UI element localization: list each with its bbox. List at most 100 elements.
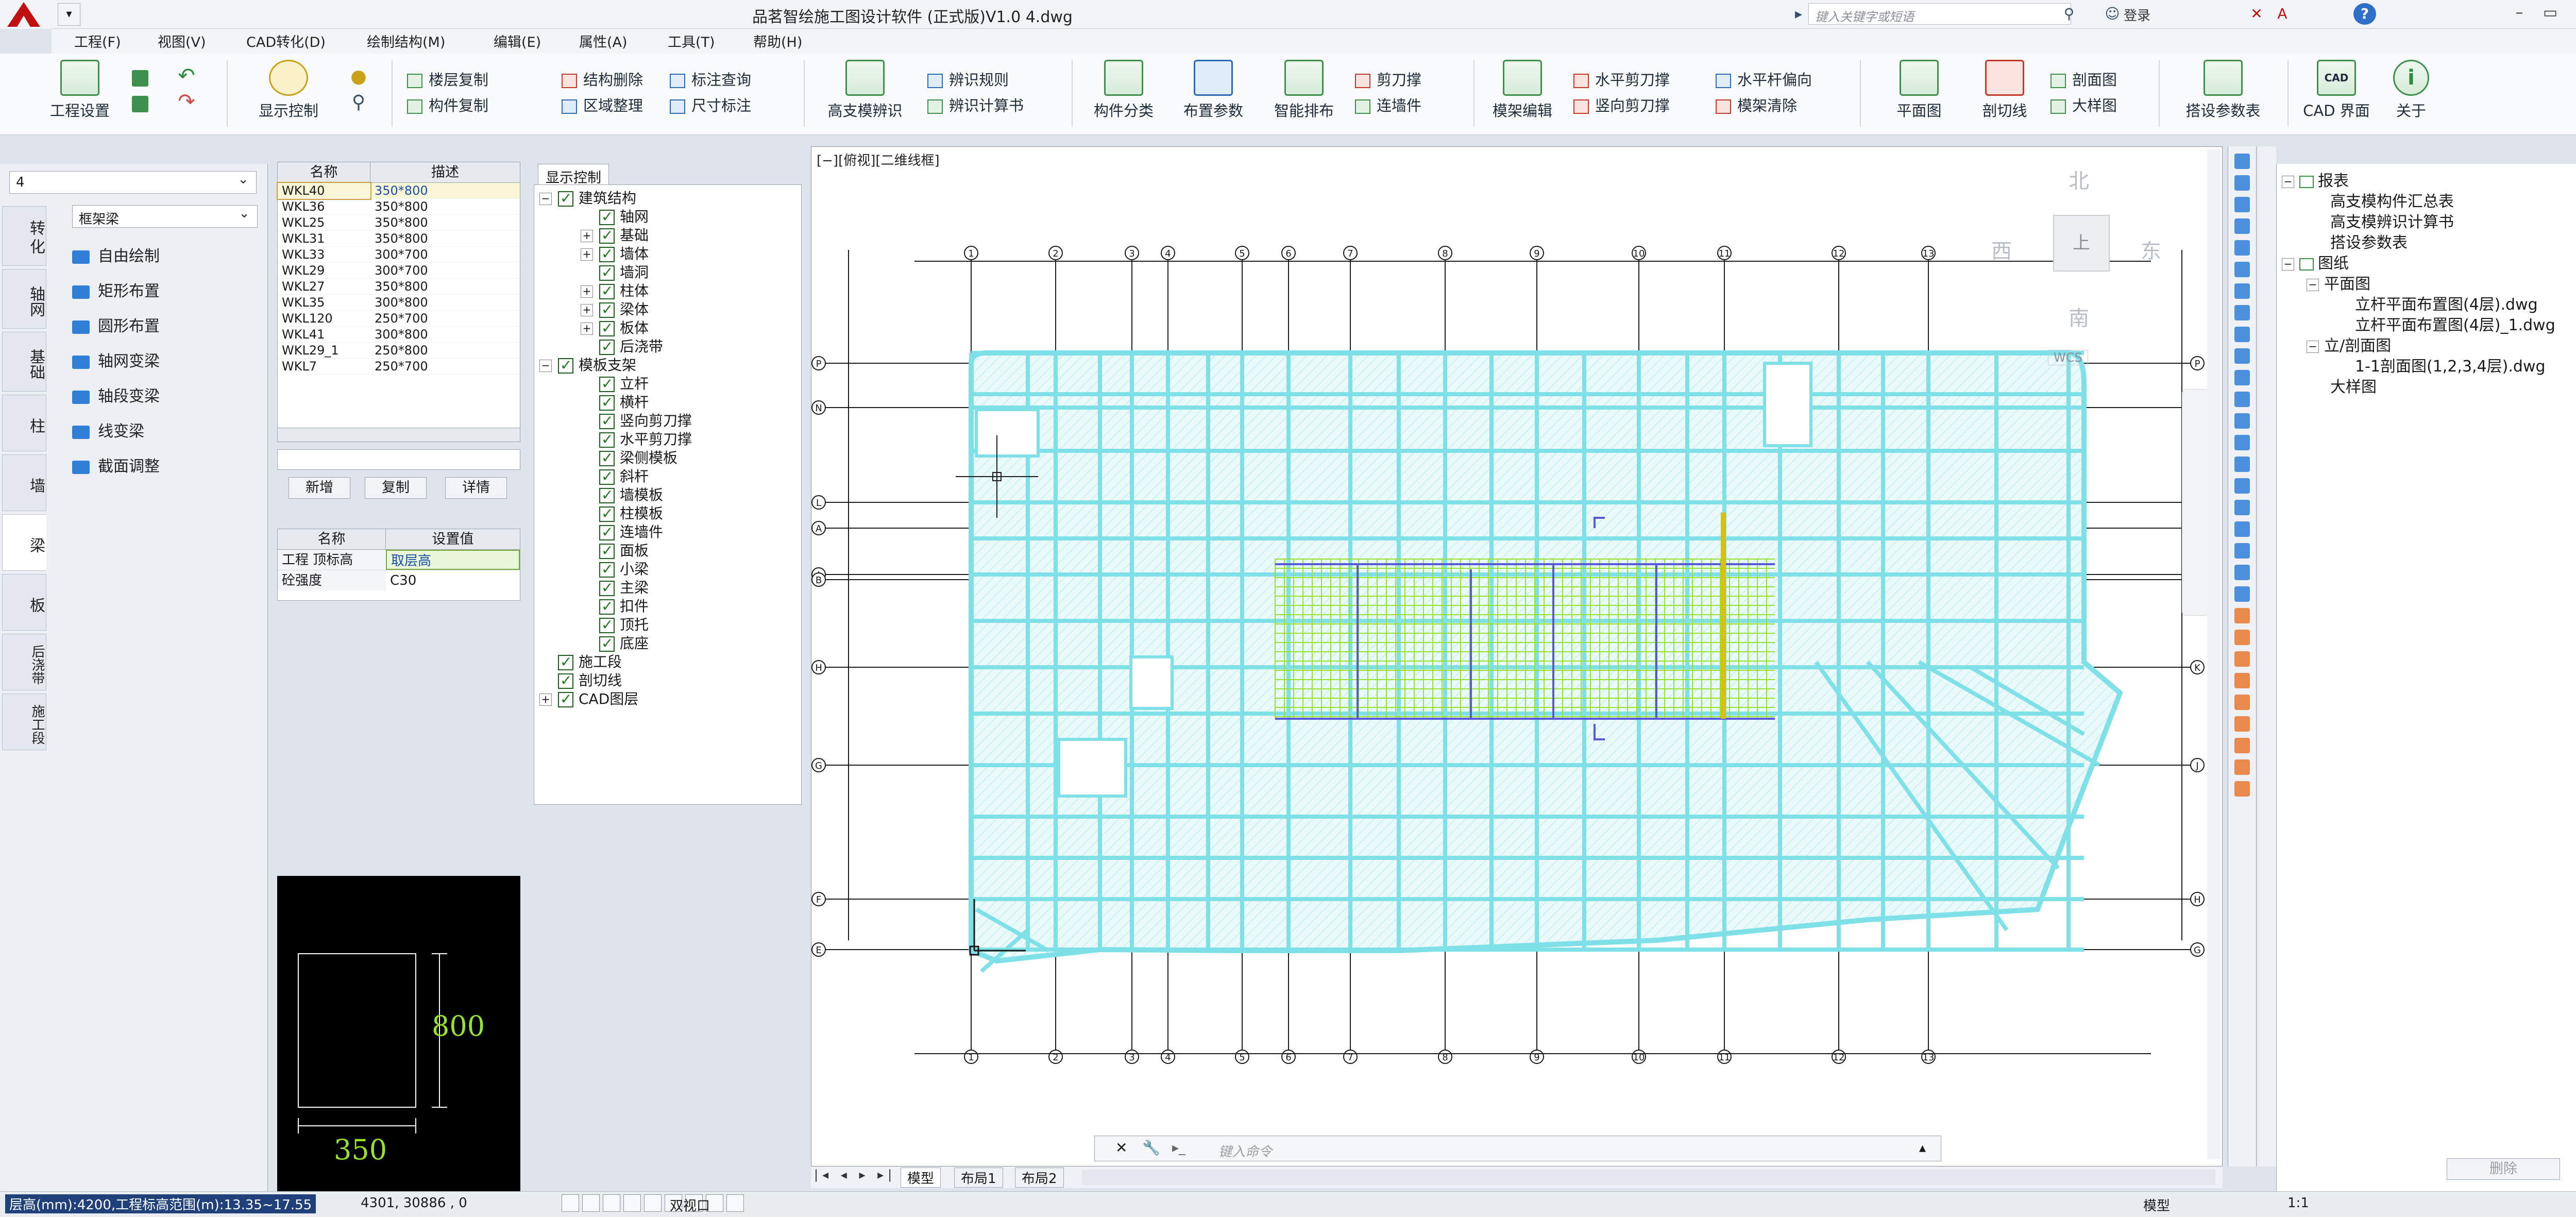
tree-node[interactable]: 柱模板 bbox=[539, 504, 801, 523]
table-row[interactable]: WKL36 350*800 bbox=[278, 199, 520, 215]
checkbox[interactable] bbox=[599, 504, 615, 523]
checkbox[interactable] bbox=[599, 560, 615, 579]
copy-beam-button[interactable]: 复制 bbox=[365, 477, 427, 499]
redo-icon[interactable]: ↷ bbox=[176, 91, 197, 112]
tree-node[interactable]: + 柱体 bbox=[539, 282, 801, 300]
table-row[interactable]: WKL120 250*700 bbox=[278, 311, 520, 327]
drawing-canvas[interactable]: [−][俯视][二维线框] 1 1 2 2 3 3 4 4 5 5 6 6 7 7 8 8 9 9 10 10 11 11… bbox=[811, 146, 2223, 1167]
tree-node[interactable]: 后浇带 bbox=[539, 337, 801, 356]
tree-node[interactable]: + 板体 bbox=[539, 319, 801, 337]
v-scissor-button[interactable]: 竖向剪刀撑 bbox=[1573, 94, 1670, 115]
circle-layout-button[interactable]: 圆形布置 bbox=[72, 313, 160, 336]
checkbox[interactable] bbox=[558, 356, 573, 375]
expand-toggle-icon[interactable]: − bbox=[2282, 175, 2294, 188]
table-row[interactable]: WKL31 350*800 bbox=[278, 231, 520, 247]
compass-east[interactable]: 东 bbox=[2141, 234, 2161, 264]
expand-toggle-icon[interactable]: + bbox=[581, 248, 593, 261]
tree-node[interactable]: − 建筑结构 bbox=[539, 189, 801, 208]
layout-nav-arrows[interactable]: |◂ ◂ ▸ ▸| bbox=[814, 1168, 896, 1182]
dyn-toggle-icon[interactable] bbox=[726, 1194, 744, 1212]
expand-toggle-icon[interactable]: + bbox=[539, 694, 552, 706]
compass-north[interactable]: 北 bbox=[2069, 164, 2089, 194]
tree-node[interactable]: 小梁 bbox=[539, 560, 801, 579]
zoom-small-icon[interactable]: ⚲ bbox=[348, 92, 369, 113]
checkbox[interactable] bbox=[599, 579, 615, 597]
tree-node[interactable]: − 模板支架 bbox=[539, 356, 801, 375]
menu-file[interactable]: 工程(F) bbox=[74, 31, 121, 51]
column-header-desc[interactable]: 描述 bbox=[370, 162, 520, 182]
component-classify-button[interactable]: 构件分类 bbox=[1085, 60, 1162, 121]
add-beam-button[interactable]: 新增 bbox=[289, 477, 350, 499]
report-tree-node[interactable]: − 平面图 bbox=[2282, 274, 2576, 295]
setup-params-button[interactable]: 搭设参数表 bbox=[2174, 60, 2272, 121]
app-logo[interactable] bbox=[0, 0, 52, 29]
tab-foundation[interactable]: 基础 bbox=[2, 332, 46, 392]
tab-column[interactable]: 柱 bbox=[2, 395, 46, 451]
checkbox[interactable] bbox=[599, 430, 615, 449]
line-i-icon[interactable] bbox=[2234, 759, 2250, 775]
menu-tools[interactable]: 工具(T) bbox=[668, 31, 715, 51]
tree-tab-display-control[interactable]: 显示控制 bbox=[538, 164, 609, 186]
checkbox[interactable] bbox=[599, 300, 615, 319]
line-a-icon[interactable] bbox=[2234, 586, 2250, 602]
identify-calc-button[interactable]: 辨识计算书 bbox=[927, 94, 1024, 115]
prop-value-concrete-grade[interactable]: C30 bbox=[386, 570, 520, 591]
tab-slab[interactable]: 板 bbox=[2, 574, 46, 631]
tree-node[interactable]: 顶托 bbox=[539, 616, 801, 634]
tab-layout1[interactable]: 布局1 bbox=[954, 1168, 1003, 1188]
line-c-icon[interactable] bbox=[2234, 630, 2250, 645]
expand-toggle-icon[interactable]: + bbox=[581, 323, 593, 335]
checkbox[interactable] bbox=[599, 486, 615, 504]
high-formwork-identify-button[interactable]: 高支模辨识 bbox=[816, 60, 914, 121]
canvas-hscroll[interactable] bbox=[1082, 1170, 2215, 1185]
grid-toggle-icon[interactable] bbox=[582, 1194, 600, 1212]
tree-node[interactable]: 横杆 bbox=[539, 393, 801, 412]
expand-toggle-icon[interactable]: − bbox=[2282, 258, 2294, 271]
label-query-button[interactable]: 标注查询 bbox=[670, 68, 751, 90]
expand-toggle-icon[interactable]: + bbox=[581, 230, 593, 242]
report-tree-node[interactable]: 立杆平面布置图(4层).dwg bbox=[2282, 295, 2576, 315]
tab-convert[interactable]: 转化 bbox=[2, 206, 46, 266]
column-header-name[interactable]: 名称 bbox=[278, 162, 370, 182]
component-copy-button[interactable]: 构件复制 bbox=[407, 94, 488, 115]
report-tree-node[interactable]: − 立/剖面图 bbox=[2282, 336, 2576, 357]
checkbox[interactable] bbox=[599, 542, 615, 560]
prop-value-top-elevation[interactable]: 取层高 bbox=[386, 550, 520, 570]
ortho-toggle-icon[interactable] bbox=[603, 1194, 620, 1212]
canvas-vscroll[interactable] bbox=[2207, 149, 2221, 1159]
tree-node[interactable]: 剖切线 bbox=[539, 671, 801, 690]
expand-toggle-icon[interactable]: − bbox=[539, 193, 552, 205]
viewcube-top-face[interactable]: 上 bbox=[2053, 215, 2110, 272]
checkbox[interactable] bbox=[599, 282, 615, 300]
tree-node[interactable]: 施工段 bbox=[539, 653, 801, 671]
beam-filter-input[interactable] bbox=[277, 449, 520, 470]
line-e-icon[interactable] bbox=[2234, 673, 2250, 688]
table-row[interactable]: WKL27 350*800 bbox=[278, 279, 520, 295]
trim-icon[interactable] bbox=[2234, 500, 2250, 515]
checkbox[interactable] bbox=[599, 412, 615, 430]
tab-layout2[interactable]: 布局2 bbox=[1015, 1168, 1064, 1188]
viewcube[interactable]: 北 西 东 南 上 WCS bbox=[1986, 157, 2172, 365]
free-draw-button[interactable]: 自由绘制 bbox=[72, 243, 160, 266]
section-adjust-button[interactable]: 截面调整 bbox=[72, 453, 160, 476]
tab-wall[interactable]: 墙 bbox=[2, 454, 46, 511]
checkbox[interactable] bbox=[599, 319, 615, 337]
checkbox[interactable] bbox=[558, 189, 573, 208]
command-input[interactable]: 键入命令 bbox=[1218, 1141, 1272, 1160]
axis-segment-to-beam-button[interactable]: 轴段变梁 bbox=[72, 383, 160, 406]
checkbox[interactable] bbox=[599, 597, 615, 616]
table-row[interactable]: WKL35 300*800 bbox=[278, 295, 520, 311]
tree-node[interactable]: + 墙体 bbox=[539, 245, 801, 263]
checkbox[interactable] bbox=[599, 634, 615, 653]
expand-toggle-icon[interactable]: − bbox=[539, 360, 552, 372]
tree-node[interactable]: 主梁 bbox=[539, 579, 801, 597]
about-button[interactable]: i 关于 bbox=[2380, 60, 2442, 121]
scale-icon[interactable] bbox=[2234, 543, 2250, 559]
save-as-icon[interactable] bbox=[132, 96, 148, 112]
table-row[interactable]: WKL29_1 250*800 bbox=[278, 343, 520, 359]
wcs-menu[interactable]: WCS bbox=[2048, 350, 2088, 365]
frame-edit-button[interactable]: 模架编辑 bbox=[1484, 60, 1561, 121]
floor-copy-button[interactable]: 楼层复制 bbox=[407, 68, 488, 90]
tree-node[interactable]: + 梁体 bbox=[539, 300, 801, 319]
tree-node[interactable]: + CAD图层 bbox=[539, 690, 801, 708]
